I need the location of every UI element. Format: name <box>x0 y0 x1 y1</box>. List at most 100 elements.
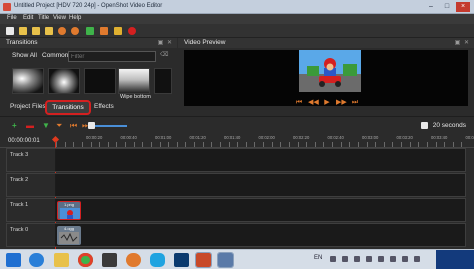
powerpoint-icon[interactable] <box>195 252 212 268</box>
ruler-tick <box>263 142 264 147</box>
minimize-button[interactable]: – <box>424 2 438 12</box>
internet-explorer-icon[interactable] <box>29 253 44 267</box>
add-track-icon[interactable]: + <box>12 122 17 130</box>
new-project-icon[interactable] <box>6 27 14 35</box>
zoom-checkbox[interactable] <box>421 122 428 129</box>
tab-effects[interactable]: Effects <box>94 103 114 110</box>
chrome-icon[interactable] <box>78 253 93 267</box>
ruler-tick <box>237 142 239 147</box>
ruler-tick <box>306 142 308 147</box>
ruler-label: 00:00:20 <box>86 135 103 140</box>
keyboard-icon[interactable] <box>390 256 396 262</box>
import-files-icon[interactable] <box>86 27 94 35</box>
track-lane[interactable] <box>56 199 465 221</box>
track-header[interactable]: Track 1 <box>7 199 55 221</box>
battery-icon[interactable] <box>366 256 372 262</box>
ruler-tick <box>245 142 247 147</box>
maximize-button[interactable]: □ <box>440 2 454 12</box>
clip-1-png[interactable]: 1.png <box>57 201 81 220</box>
show-all-filter[interactable]: Show All <box>12 52 37 59</box>
transition-thumb-2[interactable] <box>48 68 80 94</box>
timeline-ruler[interactable]: 00:00:00:01 00:00:20 00:00:40 00:01:00 00:0… <box>0 134 474 148</box>
video-preview-title: Video Preview <box>184 39 226 46</box>
zoom-slider[interactable] <box>91 125 127 127</box>
add-marker-icon[interactable]: ⏷ <box>56 122 62 130</box>
previous-marker-icon[interactable]: ⏮ <box>70 122 77 130</box>
track-lane[interactable] <box>56 224 465 246</box>
jump-to-end-icon[interactable]: ⏭ <box>350 99 360 107</box>
file-explorer-icon[interactable] <box>54 253 69 267</box>
video-preview-panel: Video Preview ▣ ✕ ⏮ ◀◀ ▶ ▶▶ ⏭ <box>178 38 474 116</box>
media-player-icon[interactable] <box>102 253 117 267</box>
fullscreen-icon[interactable] <box>114 27 122 35</box>
tray-misc-icon[interactable] <box>414 256 420 262</box>
skype-icon[interactable] <box>150 253 165 267</box>
transitions-panel-header: Transitions ▣ ✕ <box>0 38 177 48</box>
menu-help[interactable]: Help <box>69 15 81 21</box>
close-button[interactable]: × <box>456 2 470 12</box>
network-icon[interactable] <box>342 256 348 262</box>
ruler-tick <box>150 142 152 147</box>
ruler-tick <box>418 142 420 147</box>
language-indicator[interactable]: EN <box>314 255 322 261</box>
ruler-tick <box>228 142 230 147</box>
save-project-icon[interactable] <box>32 27 40 35</box>
ruler-tick <box>125 142 126 147</box>
play-icon[interactable]: ▶ <box>322 99 332 107</box>
photoshop-icon[interactable] <box>174 253 189 267</box>
snapping-icon[interactable]: ▬ <box>26 122 34 130</box>
transition-thumb-wipe-bottom[interactable] <box>118 68 150 94</box>
ruler-tick <box>409 142 411 147</box>
notification-icon[interactable] <box>402 256 408 262</box>
ruler-tick <box>185 142 187 147</box>
ruler-tick <box>332 142 333 147</box>
transition-thumb-3[interactable] <box>84 68 116 94</box>
ruler-tick <box>159 142 161 147</box>
tray-arrow-icon[interactable] <box>330 256 336 262</box>
razor-icon[interactable]: ▼ <box>42 122 50 130</box>
clip-name: 4.ogg <box>63 226 74 231</box>
video-preview-header: Video Preview ▣ ✕ <box>178 38 474 48</box>
start-icon[interactable] <box>6 253 21 267</box>
redo-icon[interactable] <box>71 27 79 35</box>
panel-float-close-icon[interactable]: ▣ ✕ <box>158 38 173 48</box>
ruler-tick <box>142 142 144 147</box>
menu-view[interactable]: View <box>53 15 66 21</box>
show-desktop-area[interactable] <box>436 250 474 269</box>
track-1: Track 1 1.png <box>6 198 466 222</box>
fast-forward-icon[interactable]: ▶▶ <box>336 99 347 107</box>
open-project-icon[interactable] <box>19 27 27 35</box>
clear-filter-icon[interactable]: ⌫ <box>160 51 168 58</box>
rewind-icon[interactable]: ◀◀ <box>308 99 319 107</box>
firefox-icon[interactable] <box>126 253 141 267</box>
track-header[interactable]: Track 3 <box>7 149 55 171</box>
tab-project-files[interactable]: Project Files <box>10 103 46 110</box>
title-bar: Untitled Project [HDV 720 24p] - OpenSho… <box>0 0 474 14</box>
menu-file[interactable]: File <box>7 15 17 21</box>
clip-4-ogg[interactable]: 4.ogg <box>57 226 81 245</box>
transition-thumb-1[interactable] <box>12 68 44 94</box>
save-as-icon[interactable] <box>45 27 53 35</box>
menu-title[interactable]: Title <box>38 15 49 21</box>
action-center-icon[interactable] <box>378 256 384 262</box>
zoom-slider-handle[interactable] <box>88 122 95 129</box>
track-lane[interactable] <box>56 174 465 196</box>
track-header[interactable]: Track 0 <box>7 224 55 246</box>
filter-input[interactable] <box>68 51 156 62</box>
profile-icon[interactable] <box>100 27 108 35</box>
openshot-icon[interactable] <box>217 252 234 268</box>
common-filter[interactable]: Common <box>42 52 68 59</box>
track-header[interactable]: Track 2 <box>7 174 55 196</box>
export-video-icon[interactable] <box>128 27 136 35</box>
ruler-tick <box>81 142 83 147</box>
track-lane[interactable] <box>56 149 465 171</box>
tab-transitions[interactable]: Transitions <box>45 100 91 115</box>
volume-icon[interactable] <box>354 256 360 262</box>
ruler-tick <box>461 142 463 147</box>
transition-thumb-5[interactable] <box>154 68 172 94</box>
menu-edit[interactable]: Edit <box>23 15 33 21</box>
undo-icon[interactable] <box>58 27 66 35</box>
panel-float-close-icon[interactable]: ▣ ✕ <box>455 38 470 48</box>
jump-to-start-icon[interactable]: ⏮ <box>294 99 304 107</box>
zoom-level-label: 20 seconds <box>432 122 466 129</box>
